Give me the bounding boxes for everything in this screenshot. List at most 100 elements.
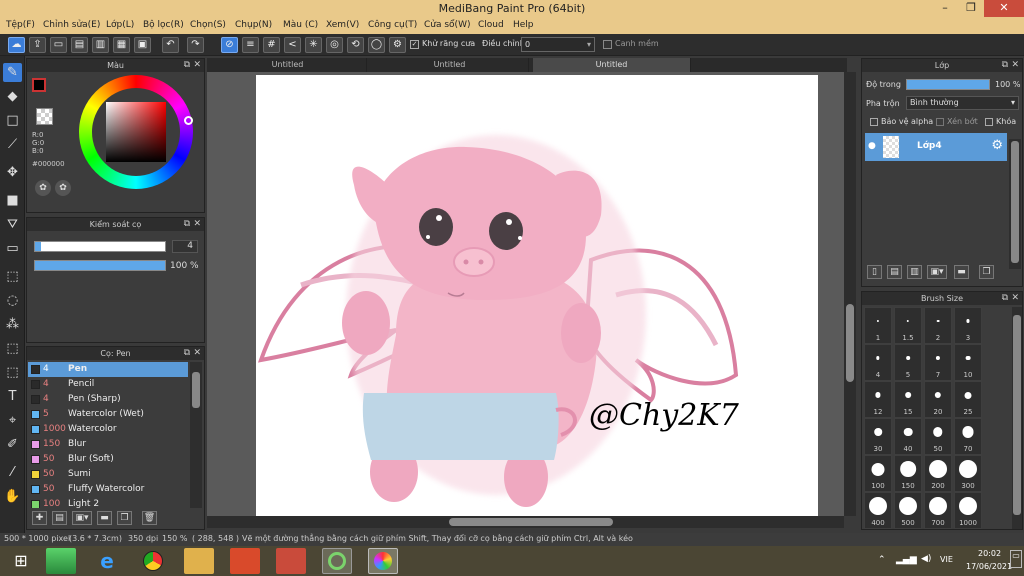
medibang-icon[interactable] [368,548,398,574]
layer-folder-icon[interactable]: ▬ [954,265,969,279]
saturation-value-square[interactable] [106,102,166,162]
share-icon[interactable]: ⇪ [29,37,46,53]
scroll-thumb[interactable] [192,372,200,408]
tab-untitled-1[interactable]: Untitled [209,58,367,72]
page-icon[interactable]: ▥ [92,37,109,53]
brush-tool-icon[interactable]: ✎ [3,63,22,82]
brush-menu-icon[interactable]: ▤ [52,511,67,525]
grid-snap-icon[interactable]: # [263,37,280,53]
close-icon[interactable]: ✕ [193,218,201,231]
windows-start-icon[interactable]: ⊞ [6,548,36,574]
menu-edit[interactable]: Chỉnh sửa(E) [43,20,100,30]
transparent-color-swatch[interactable] [36,108,53,125]
redo-icon[interactable]: ↷ [187,37,204,53]
panel-icon[interactable]: ▣ [134,37,151,53]
brush-size-cell[interactable]: 50 [924,418,952,455]
brush-size-cell[interactable]: 30 [864,418,892,455]
parallel-snap-icon[interactable]: ≡ [242,37,259,53]
brush-opacity-slider[interactable] [34,260,166,271]
brush-size-cell[interactable]: 300 [954,455,982,492]
brush-size-cell[interactable]: 70 [954,418,982,455]
network-icon[interactable]: ▂▄▆ [896,555,917,565]
eyedropper-tool-icon[interactable]: ⁄ [3,463,22,482]
brush-size-cell[interactable]: 20 [924,381,952,418]
menu-tools[interactable]: Công cụ(T) [368,20,417,30]
brush-size-cell[interactable]: 5 [894,344,922,381]
ellipse-snap-icon[interactable]: ◯ [368,37,385,53]
menu-cloud[interactable]: Cloud [478,20,504,30]
expand-icon[interactable]: ⧉ [184,218,190,231]
lock-checkbox[interactable] [985,118,993,126]
new-halftone-layer-icon[interactable]: ▤ [887,265,902,279]
duplicate-layer-icon[interactable]: ❐ [979,265,994,279]
layer-row[interactable]: ● Lớp4 ⚙ [865,133,1007,161]
delete-icon[interactable]: 🗑 [142,511,157,525]
brush-size-cell[interactable]: 100 [864,455,892,492]
snap-soft-checkbox[interactable] [603,40,612,49]
expand-icon[interactable]: ⧉ [1002,292,1008,305]
brush-size-cell[interactable]: 25 [954,381,982,418]
language-indicator[interactable]: VIE [940,555,953,564]
new-layer-icon[interactable]: ▯ [867,265,882,279]
brush-size-cell[interactable]: 500 [894,492,922,529]
brush-size-cell[interactable]: 12 [864,381,892,418]
close-button[interactable]: ✕ [984,0,1024,17]
palette-add-icon[interactable]: ✿ [55,180,71,196]
blend-mode-select[interactable]: Bình thường ▾ [906,96,1019,110]
menu-select[interactable]: Chọn(S) [190,20,226,30]
magic-wand-icon[interactable]: ⁂ [3,315,22,334]
brush-size-cell[interactable]: 1.5 [894,307,922,344]
tab-untitled-3[interactable]: Untitled [533,58,691,72]
volume-icon[interactable]: ◀) [921,554,931,564]
radial-snap-icon[interactable]: ✳ [305,37,322,53]
close-icon[interactable]: ✕ [1011,59,1019,72]
brush-size-cell[interactable]: 150 [894,455,922,492]
brush-size-slider[interactable] [34,241,166,252]
layer-scrollbar[interactable] [1009,139,1021,269]
curve-snap-icon[interactable]: ⟲ [347,37,364,53]
chrome-icon[interactable] [138,548,168,574]
snap-off-icon[interactable]: ⊘ [221,37,238,53]
dot-tool-icon[interactable]: □ [3,111,22,130]
primary-color-swatch[interactable] [32,78,46,92]
brush-size-cell[interactable]: 200 [924,455,952,492]
notification-icon[interactable]: ▭ [1010,550,1022,568]
eye-icon[interactable]: ● [868,141,876,151]
brush-size-cell[interactable]: 2 [924,307,952,344]
perspective-snap-icon[interactable]: < [284,37,301,53]
brush-item[interactable]: 100 Light 2 [28,497,188,508]
tab-untitled-2[interactable]: Untitled [371,58,529,72]
move-tool-icon[interactable]: ✥ [3,163,22,182]
office-icon[interactable] [230,548,260,574]
divide-tool-icon[interactable]: ✐ [3,435,22,454]
add-brush-icon[interactable]: ✚ [32,511,47,525]
close-icon[interactable]: ✕ [193,59,201,72]
brush-add-dropdown-icon[interactable]: ▣▾ [72,511,92,525]
menu-help[interactable]: Help [513,20,534,30]
menu-snap[interactable]: Chụp(N) [235,20,272,30]
v-scroll-thumb[interactable] [846,304,854,382]
maximize-button[interactable]: ❐ [958,0,984,17]
copy-icon[interactable]: ❐ [117,511,132,525]
hue-ring[interactable] [79,75,193,189]
hue-handle[interactable] [184,116,193,125]
expand-icon[interactable]: ⧉ [184,347,190,360]
text-tool-icon[interactable]: T [3,387,22,406]
brush-size-value[interactable]: 4 [172,240,198,253]
horizontal-scrollbar[interactable] [207,516,844,528]
brush-size-cell[interactable]: 10 [954,344,982,381]
brush-item[interactable]: 1000 Watercolor [28,422,188,437]
brush-size-cell[interactable]: 7 [924,344,952,381]
tray-chevron-icon[interactable]: ⌃ [878,555,886,565]
operation-tool-icon[interactable]: ⌖ [3,411,22,430]
paint-app-icon[interactable] [322,548,352,574]
drawing-canvas[interactable]: @Chy2K7 [256,75,818,516]
antialias-checkbox[interactable]: ✓ [410,40,419,49]
gear-icon[interactable]: ⚙ [991,138,1003,153]
brush-size-scrollbar[interactable] [1012,307,1022,529]
clipping-checkbox[interactable] [936,118,944,126]
brush-item[interactable]: 50 Fluffy Watercolor [28,482,188,497]
brush-item[interactable]: 4 Pen (Sharp) [28,392,188,407]
brush-list-scrollbar[interactable] [190,362,202,508]
fill-tool-icon[interactable]: ⛛ [3,215,22,234]
